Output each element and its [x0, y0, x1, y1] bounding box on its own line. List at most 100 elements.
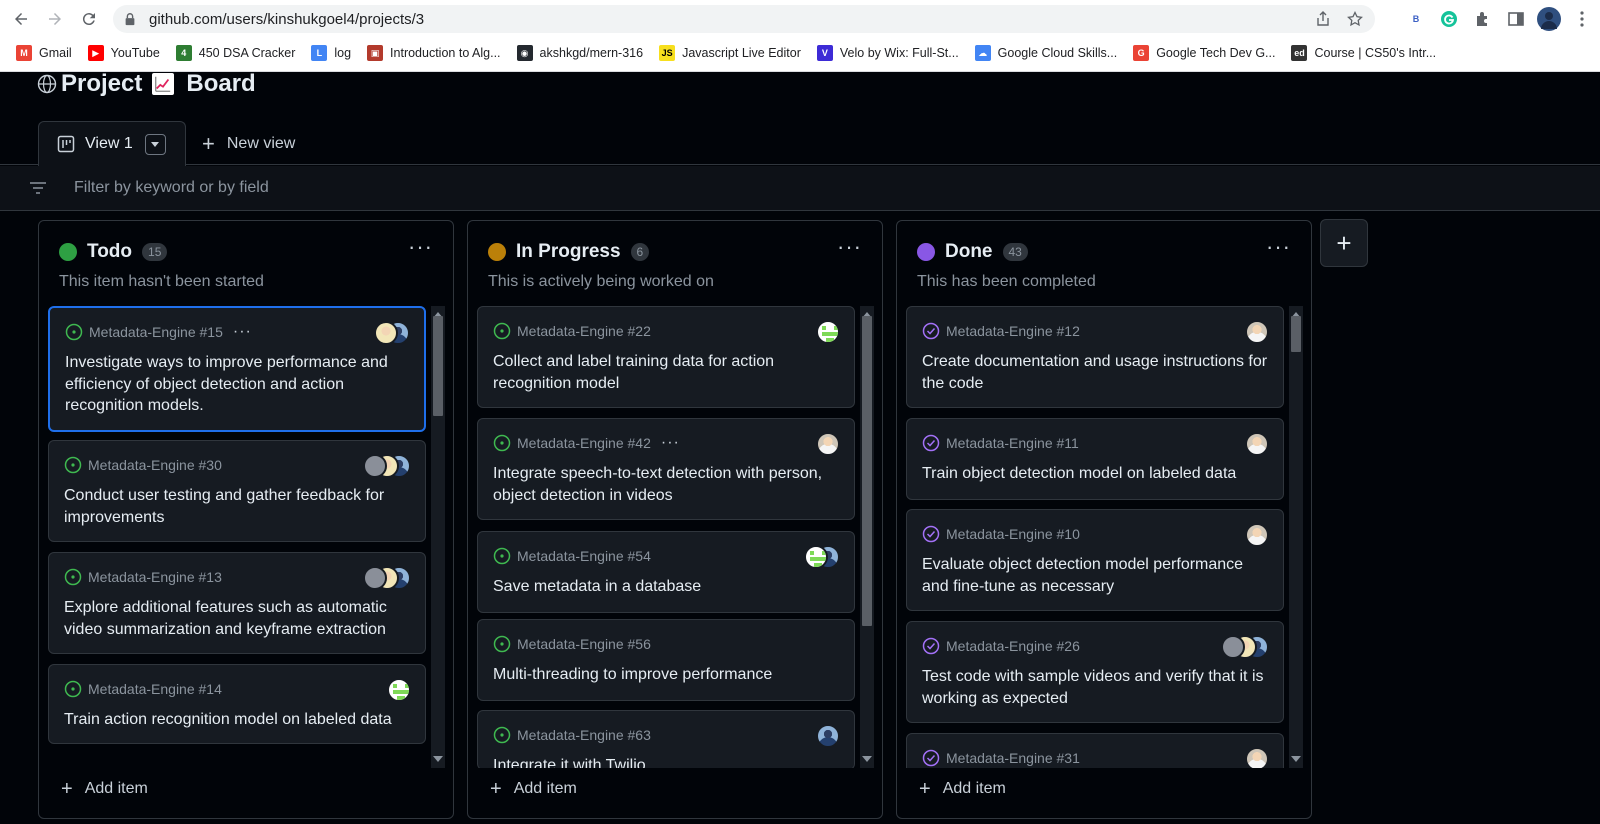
- side-panel-icon[interactable]: [1504, 7, 1528, 31]
- issue-ref-text[interactable]: Metadata-Engine #26: [946, 638, 1080, 654]
- extension-b-icon[interactable]: B: [1404, 7, 1428, 31]
- issue-card[interactable]: Metadata-Engine #31: [906, 733, 1284, 768]
- new-view-button[interactable]: + New view: [202, 133, 295, 155]
- assignee-avatar[interactable]: [1245, 747, 1269, 768]
- bookmark-item[interactable]: JS Javascript Live Editor: [659, 45, 801, 61]
- issue-ref-text[interactable]: Metadata-Engine #56: [517, 636, 651, 652]
- issue-card[interactable]: Metadata-Engine #42 ··· Integrate speech…: [477, 418, 855, 520]
- column-description: This has been completed: [917, 273, 1096, 290]
- assignee-avatar[interactable]: [1245, 523, 1269, 547]
- view-options-button[interactable]: [144, 133, 166, 155]
- profile-avatar[interactable]: [1537, 7, 1561, 31]
- issue-reference: Metadata-Engine #63: [493, 726, 651, 744]
- scroll-down-icon[interactable]: [862, 756, 872, 762]
- issue-card[interactable]: Metadata-Engine #63 Integrate it with Tw…: [477, 710, 855, 768]
- tab-view-1[interactable]: View 1: [38, 121, 186, 166]
- assignee-avatar[interactable]: [1221, 635, 1245, 659]
- bookmark-item[interactable]: G Google Tech Dev G...: [1133, 45, 1275, 61]
- bookmark-item[interactable]: ▣ Introduction to Alg...: [367, 45, 501, 61]
- bookmark-item[interactable]: M Gmail: [16, 45, 72, 61]
- assignees: [1245, 432, 1269, 456]
- issue-ref-text[interactable]: Metadata-Engine #10: [946, 526, 1080, 542]
- issue-card[interactable]: Metadata-Engine #15 ··· Investigate ways…: [48, 306, 426, 432]
- address-bar[interactable]: github.com/users/kinshukgoel4/projects/3: [113, 5, 1375, 33]
- assignee-avatar[interactable]: [387, 678, 411, 702]
- bookmark-item[interactable]: ▶ YouTube: [87, 45, 160, 61]
- bookmark-label: Introduction to Alg...: [390, 46, 501, 60]
- bookmark-item[interactable]: ◉ akshkgd/mern-316: [516, 45, 643, 61]
- issue-ref-text[interactable]: Metadata-Engine #12: [946, 323, 1080, 339]
- column-menu-icon[interactable]: ···: [837, 236, 862, 258]
- scroll-down-icon[interactable]: [1291, 756, 1301, 762]
- issue-ref-text[interactable]: Metadata-Engine #15: [89, 324, 223, 340]
- assignee-avatar[interactable]: [363, 566, 387, 590]
- issue-card[interactable]: Metadata-Engine #12 Create documentation…: [906, 306, 1284, 408]
- issue-ref-text[interactable]: Metadata-Engine #14: [88, 681, 222, 697]
- bookmark-item[interactable]: V Velo by Wix: Full-St...: [816, 45, 959, 61]
- issue-card[interactable]: Metadata-Engine #54 Save metadata in a d…: [477, 531, 855, 613]
- add-column-button[interactable]: +: [1320, 219, 1368, 267]
- assignee-avatar[interactable]: [1245, 432, 1269, 456]
- assignee-avatar[interactable]: [363, 454, 387, 478]
- column-scrollbar[interactable]: [431, 306, 445, 768]
- issue-ref-text[interactable]: Metadata-Engine #13: [88, 569, 222, 585]
- issue-card[interactable]: Metadata-Engine #56 Multi-threading to i…: [477, 619, 855, 701]
- scroll-thumb[interactable]: [1291, 316, 1301, 352]
- browser-menu-icon[interactable]: [1570, 7, 1594, 31]
- assignee-avatar[interactable]: [374, 321, 398, 345]
- issue-closed-icon: [922, 322, 940, 340]
- add-item-button[interactable]: + Add item: [61, 779, 148, 799]
- extensions-puzzle-icon[interactable]: [1471, 7, 1495, 31]
- plus-icon: +: [919, 778, 931, 800]
- column-scrollbar[interactable]: [1289, 306, 1303, 768]
- assignee-avatar[interactable]: [804, 545, 828, 569]
- bookmark-star-icon[interactable]: [1347, 11, 1363, 27]
- assignee-avatar[interactable]: [816, 432, 840, 456]
- issue-ref-text[interactable]: Metadata-Engine #42: [517, 435, 651, 451]
- issue-card[interactable]: Metadata-Engine #26 Test code with sampl…: [906, 621, 1284, 723]
- assignees: [387, 678, 411, 702]
- share-icon[interactable]: [1315, 11, 1331, 27]
- issue-title: Conduct user testing and gather feedback…: [64, 487, 385, 526]
- column-scrollbar[interactable]: [860, 306, 874, 768]
- column-description: This is actively being worked on: [488, 273, 714, 290]
- issue-ref-text[interactable]: Metadata-Engine #11: [946, 435, 1079, 451]
- reload-button[interactable]: [76, 6, 102, 32]
- column-menu-icon[interactable]: ···: [408, 236, 433, 258]
- filter-input[interactable]: [74, 179, 674, 197]
- issue-ref-text[interactable]: Metadata-Engine #31: [946, 750, 1080, 766]
- bookmark-item[interactable]: ed Course | CS50's Intr...: [1291, 45, 1436, 61]
- scroll-thumb[interactable]: [862, 316, 872, 626]
- filter-icon[interactable]: [28, 178, 48, 198]
- forward-button[interactable]: [42, 6, 68, 32]
- assignee-avatar[interactable]: [816, 724, 840, 748]
- dsa-icon: 4: [175, 45, 192, 61]
- scroll-down-icon[interactable]: [433, 756, 443, 762]
- issue-card[interactable]: Metadata-Engine #22 Collect and label tr…: [477, 306, 855, 408]
- issue-ref-text[interactable]: Metadata-Engine #30: [88, 457, 222, 473]
- card-menu-icon[interactable]: ···: [233, 323, 252, 341]
- assignee-avatar[interactable]: [816, 320, 840, 344]
- bookmark-item[interactable]: 4 450 DSA Cracker: [175, 45, 295, 61]
- issue-ref-text[interactable]: Metadata-Engine #63: [517, 727, 651, 743]
- column-title: Todo: [87, 241, 133, 262]
- back-button[interactable]: [8, 6, 34, 32]
- issue-card[interactable]: Metadata-Engine #14 Train action recogni…: [48, 664, 426, 744]
- issue-ref-text[interactable]: Metadata-Engine #54: [517, 548, 651, 564]
- issue-open-icon: [64, 456, 82, 474]
- issue-card[interactable]: Metadata-Engine #10 Evaluate object dete…: [906, 509, 1284, 611]
- card-menu-icon[interactable]: ···: [661, 434, 680, 452]
- issue-card[interactable]: Metadata-Engine #30 Conduct user testing…: [48, 440, 426, 542]
- add-item-button[interactable]: + Add item: [490, 779, 577, 799]
- scroll-thumb[interactable]: [433, 316, 443, 416]
- assignee-avatar[interactable]: [1245, 320, 1269, 344]
- bookmark-item[interactable]: Llog: [311, 45, 351, 61]
- add-item-button[interactable]: + Add item: [919, 779, 1006, 799]
- issue-card[interactable]: Metadata-Engine #11 Train object detecti…: [906, 418, 1284, 500]
- column-menu-icon[interactable]: ···: [1266, 236, 1291, 258]
- bookmark-item[interactable]: ☁ Google Cloud Skills...: [974, 45, 1117, 61]
- grammarly-icon[interactable]: [1437, 7, 1461, 31]
- issue-ref-text[interactable]: Metadata-Engine #22: [517, 323, 651, 339]
- cs50-icon: ed: [1291, 45, 1308, 61]
- issue-card[interactable]: Metadata-Engine #13 Explore additional f…: [48, 552, 426, 654]
